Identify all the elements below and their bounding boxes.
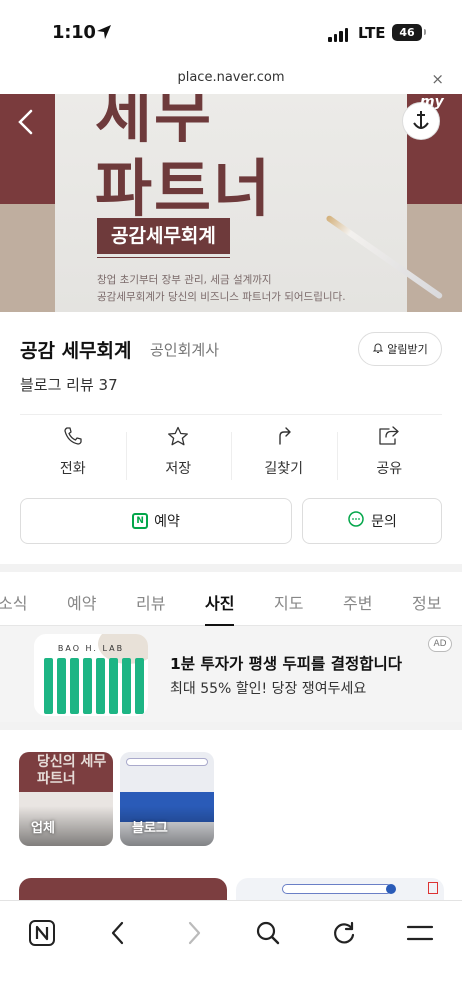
tab-reservation[interactable]: 예약: [67, 590, 96, 614]
call-button[interactable]: 전화: [20, 426, 126, 488]
photo-category-label: 업체: [31, 821, 55, 836]
search-icon: [255, 920, 281, 950]
status-time: 1:10: [52, 22, 96, 43]
bell-icon: [372, 342, 384, 357]
tab-nearby[interactable]: 주변: [343, 590, 372, 614]
thumb-title: 당신의 세무 파트너: [37, 754, 107, 787]
inquiry-button[interactable]: 문의: [302, 498, 442, 544]
ad-product-tube: [70, 658, 79, 714]
menu-icon: [406, 922, 434, 948]
ad-banner[interactable]: BAO H. LAB 1분 투자가 평생 두피를 결정합니다 최대 55% 할인…: [0, 626, 462, 722]
share-icon: [378, 426, 400, 450]
tab-review[interactable]: 리뷰: [136, 590, 165, 614]
reserve-button[interactable]: N 예약: [20, 498, 292, 544]
save-label: 저장: [165, 461, 192, 477]
thumb-decor: [126, 758, 208, 766]
back-button[interactable]: [102, 919, 134, 951]
share-label: 공유: [376, 461, 403, 477]
forward-button[interactable]: [178, 919, 210, 951]
ad-image: BAO H. LAB: [34, 634, 148, 716]
share-button[interactable]: 공유: [336, 426, 443, 488]
reserve-label: 예약: [154, 514, 180, 530]
status-bar: 1:10 LTE 46: [0, 0, 462, 66]
url-text[interactable]: place.naver.com: [0, 70, 462, 85]
close-icon[interactable]: ×: [431, 70, 444, 88]
ad-product-tube: [96, 658, 105, 714]
ad-description: 최대 55% 할인! 당장 쟁여두세요: [170, 681, 367, 697]
inquiry-label: 문의: [371, 514, 397, 530]
photo-category-business[interactable]: 당신의 세무 파트너 업체: [19, 752, 113, 846]
menu-button[interactable]: [404, 919, 436, 951]
my-badge[interactable]: my: [420, 94, 444, 110]
divider: [20, 414, 442, 415]
place-category: 공인회계사: [150, 341, 220, 359]
ad-product-tube: [122, 658, 131, 714]
save-button[interactable]: 저장: [125, 426, 232, 488]
place-name: 공감 세무회계: [20, 340, 132, 362]
section-separator: [0, 564, 462, 572]
directions-label: 길찾기: [264, 461, 304, 477]
url-bar: place.naver.com ×: [0, 66, 462, 94]
hero-decor-left: [0, 204, 55, 312]
chat-icon: [347, 510, 365, 532]
battery-icon: 46: [392, 24, 426, 41]
ad-badge[interactable]: AD: [428, 636, 452, 652]
ad-product-tube: [135, 658, 144, 714]
alarm-button[interactable]: 알림받기: [358, 332, 442, 366]
hero-tag: 공감세무회계: [97, 218, 230, 258]
ad-title: 1분 투자가 평생 두피를 결정합니다: [170, 655, 403, 673]
ad-product-tube: [57, 658, 66, 714]
hero-subtitle-1: 창업 초기부터 장부 관리, 세금 설계까지: [97, 274, 272, 286]
signal-icon: [328, 26, 348, 42]
ad-product-tube: [44, 658, 53, 714]
tab-map[interactable]: 지도: [274, 590, 303, 614]
network-type: LTE: [358, 24, 386, 42]
directions-icon: [274, 426, 294, 450]
tab-photo[interactable]: 사진: [205, 590, 235, 626]
location-arrow-icon: [96, 24, 112, 44]
hero-image[interactable]: 세무 파트너 공감세무회계 창업 초기부터 장부 관리, 세금 설계까지 공감세…: [0, 94, 462, 312]
naver-home-button[interactable]: [26, 919, 58, 951]
photo-category-blog[interactable]: 블로그: [120, 752, 214, 846]
directions-button[interactable]: 길찾기: [231, 426, 337, 488]
section-separator: [0, 722, 462, 730]
photo-category-label: 블로그: [132, 821, 168, 836]
place-info: 공감 세무회계 공인회계사 알림받기 블로그 리뷰 37 전화 저장 길찾기 공…: [0, 312, 462, 564]
photo-card-decor: [428, 882, 438, 894]
tab-info[interactable]: 정보: [412, 590, 441, 614]
photo-card-decor: [282, 884, 392, 894]
hero-panel: 세무 파트너 공감세무회계 창업 초기부터 장부 관리, 세금 설계까지 공감세…: [55, 94, 444, 312]
ad-product-tube: [83, 658, 92, 714]
blog-review-count[interactable]: 블로그 리뷰 37: [20, 374, 118, 395]
hero-subtitle-2: 공감세무회계가 당신의 비즈니스 파트너가 되어드립니다.: [97, 291, 346, 303]
hero-title-line2: 파트너: [95, 152, 273, 225]
alarm-label: 알림받기: [387, 343, 428, 356]
call-label: 전화: [59, 461, 86, 477]
star-icon: [167, 426, 189, 450]
tab-bar: 소식 예약 리뷰 사진 지도 주변 정보: [0, 572, 462, 626]
refresh-button[interactable]: [328, 919, 360, 951]
tab-news[interactable]: 소식: [0, 590, 27, 614]
phone-icon: [63, 426, 83, 450]
refresh-icon: [331, 920, 357, 950]
action-row: 전화 저장 길찾기 공유: [20, 426, 442, 488]
ad-product-tube: [109, 658, 118, 714]
chevron-right-icon: [184, 920, 204, 950]
ad-brand: BAO H. LAB: [57, 644, 125, 653]
browser-toolbar: [0, 900, 462, 1000]
back-icon[interactable]: [16, 108, 36, 140]
naver-reserve-icon: N: [132, 513, 149, 529]
search-button[interactable]: [252, 919, 284, 951]
naver-n-icon: [28, 919, 56, 951]
chevron-left-icon: [108, 920, 128, 950]
photo-card-decor: [386, 884, 396, 894]
